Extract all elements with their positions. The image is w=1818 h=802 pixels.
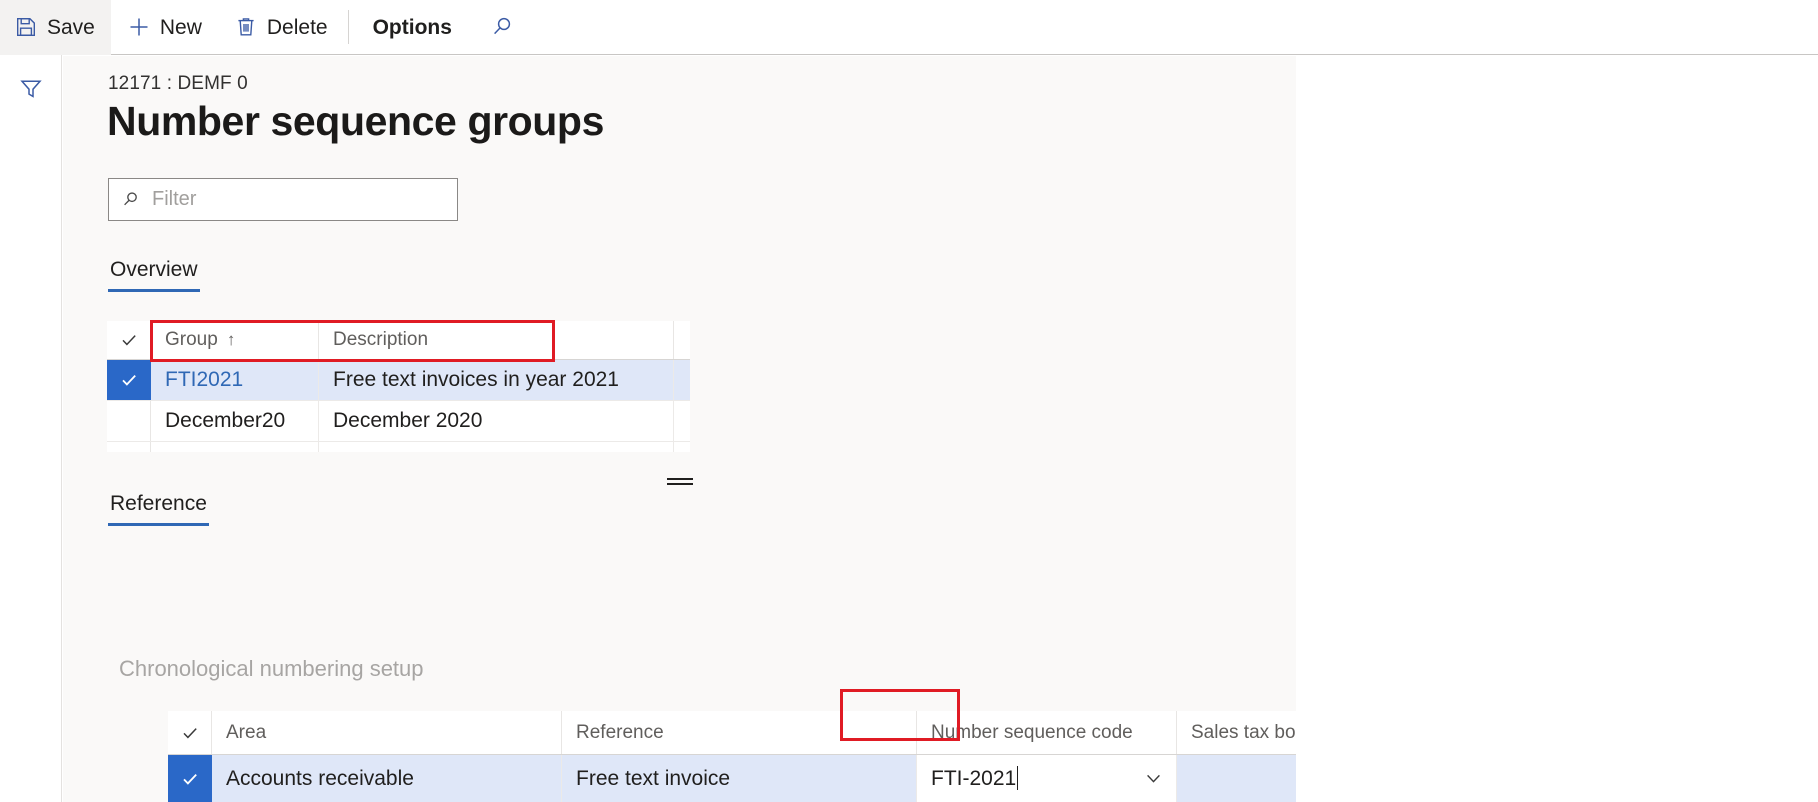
table-row[interactable]: December20 December 2020 [107,401,690,442]
toolbar-divider [348,10,349,44]
filter-box[interactable] [108,178,458,221]
column-header-group-label: Group [165,329,218,351]
save-button[interactable]: Save [0,0,111,55]
save-button-label: Save [47,17,95,38]
filter-input[interactable] [150,187,445,212]
column-header-description-label: Description [333,329,428,351]
text-caret [1017,766,1018,790]
reference-grid: Area Reference Number sequence code Sale… [168,711,1296,802]
row-select-checkmark[interactable] [107,401,151,441]
delete-button[interactable]: Delete [218,0,344,55]
overview-tabstrip: Overview [108,252,200,292]
cell-filler [674,442,702,452]
column-header-group[interactable]: Group ↑ [151,321,319,359]
tab-overview-label: Overview [110,258,198,281]
table-row[interactable]: Accounts receivable Free text invoice FT… [168,755,1296,802]
content-panel: 12171 : DEMF 0 Number sequence groups Ov… [63,56,1296,802]
table-row-partial [107,442,690,452]
options-button-label: Options [373,17,452,38]
left-rail [0,55,62,802]
cell-group[interactable]: FTI2021 [151,360,319,400]
cell-filler [674,401,702,441]
column-header-reference-label: Reference [576,722,664,744]
options-button[interactable]: Options [353,0,472,55]
tab-reference-label: Reference [110,492,207,515]
pane-splitter[interactable] [63,470,1296,492]
splitter-grip-icon [667,478,693,485]
column-header-description[interactable]: Description [319,321,674,359]
cell-reference[interactable]: Free text invoice [562,755,917,802]
number-sequence-groups-grid: Group ↑ Description FTI2021 Free text in… [107,321,690,452]
cell-filler [674,360,702,400]
search-icon [490,15,514,39]
select-all-checkmark[interactable] [168,711,212,754]
column-header-area[interactable]: Area [212,711,562,754]
search-icon [121,190,140,209]
chevron-down-icon[interactable] [1143,768,1164,789]
filter-pane-button[interactable] [12,71,50,109]
grid-header-row: Area Reference Number sequence code Sale… [168,711,1296,755]
cell-sales-tax-book[interactable] [1177,755,1296,802]
chronological-numbering-setup-label: Chronological numbering setup [119,656,424,682]
application-window: Save New Delete Options [0,0,1818,802]
page-title: Number sequence groups [107,99,604,144]
cell-description [319,442,674,452]
tab-active-indicator [108,523,209,526]
cell-area[interactable]: Accounts receivable [212,755,562,802]
column-header-sales-tax-book[interactable]: Sales tax book ... [1177,711,1296,754]
select-all-checkmark[interactable] [107,321,151,359]
number-sequence-code-lookup[interactable]: FTI-2021 [917,755,1176,802]
grid-header-row: Group ↑ Description [107,321,690,360]
sort-ascending-icon: ↑ [227,330,236,350]
row-select-checkmark[interactable] [168,755,212,802]
toolbar-search-button[interactable] [472,0,532,55]
column-header-number-sequence-code[interactable]: Number sequence code [917,711,1177,754]
column-header-sales-tax-book-label: Sales tax book ... [1191,722,1296,744]
cell-description[interactable]: Free text invoices in year 2021 [319,360,674,400]
funnel-icon [18,75,44,106]
new-button-label: New [160,17,202,38]
column-header-number-sequence-code-label: Number sequence code [931,722,1133,744]
table-row[interactable]: FTI2021 Free text invoices in year 2021 [107,360,690,401]
trash-icon [234,15,258,39]
cell-group[interactable]: December20 [151,401,319,441]
save-icon [14,15,38,39]
plus-icon [127,15,151,39]
cell-number-sequence-code[interactable]: FTI-2021 [917,755,1177,802]
command-bar: Save New Delete Options [0,0,1818,55]
new-button[interactable]: New [111,0,218,55]
reference-tabstrip: Reference [108,486,209,526]
column-header-reference[interactable]: Reference [562,711,917,754]
page-caption: 12171 : DEMF 0 [108,73,248,95]
cell-group [151,442,319,452]
row-select-checkmark[interactable] [107,360,151,400]
cell-description[interactable]: December 2020 [319,401,674,441]
number-sequence-code-value-wrap: FTI-2021 [931,766,1018,791]
tab-reference[interactable]: Reference [108,486,209,526]
row-select-checkmark [107,442,151,452]
column-header-filler [674,321,702,359]
column-header-area-label: Area [226,722,266,744]
tab-active-indicator [108,289,200,292]
tab-overview[interactable]: Overview [108,252,200,292]
delete-button-label: Delete [267,17,328,38]
number-sequence-code-value: FTI-2021 [931,767,1016,790]
